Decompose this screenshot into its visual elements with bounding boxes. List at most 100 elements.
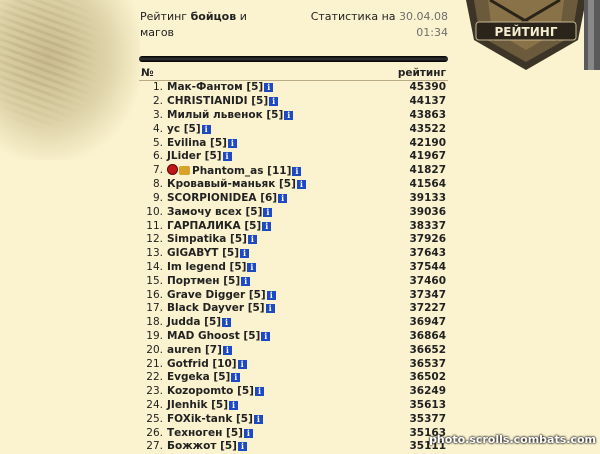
player-name[interactable]: Мак-Фантом bbox=[167, 81, 243, 93]
info-icon[interactable]: i bbox=[229, 400, 239, 410]
player-name[interactable]: yc bbox=[167, 123, 180, 135]
rating-table: № рейтинг 1. Мак-Фантом [5] i 45390 2. CHRIST… bbox=[139, 66, 448, 454]
player-name[interactable]: Милый львенок bbox=[167, 109, 263, 121]
player-name[interactable]: auren bbox=[167, 344, 201, 356]
player-cell: JIenhik [5] i bbox=[165, 399, 372, 413]
rating-score: 44137 bbox=[409, 95, 446, 108]
player-level: [5] bbox=[223, 274, 241, 287]
info-icon[interactable]: i bbox=[264, 83, 274, 93]
info-icon[interactable]: i bbox=[240, 249, 250, 259]
rank-number: 23. bbox=[146, 385, 163, 398]
table-row: 3. Милый львенок [5] i 43863 bbox=[139, 109, 448, 123]
player-name[interactable]: SCORPIONIDEA bbox=[167, 192, 257, 204]
info-icon[interactable]: i bbox=[247, 235, 257, 245]
table-row: 16. Grave Digger [5] i 37347 bbox=[139, 288, 448, 302]
player-cell: MAD Ghoost [5] i bbox=[165, 330, 372, 344]
rank-number: 9. bbox=[152, 191, 163, 204]
rating-score: 35613 bbox=[409, 398, 446, 411]
player-name[interactable]: Кровавый-маньяк bbox=[167, 178, 275, 190]
player-name[interactable]: MAD Ghoost bbox=[167, 330, 240, 342]
table-header-row: № рейтинг bbox=[139, 66, 448, 81]
info-icon[interactable]: i bbox=[262, 221, 272, 231]
player-name[interactable]: Im legend bbox=[167, 261, 226, 273]
info-icon[interactable]: i bbox=[253, 414, 263, 424]
player-cell: Simpatika [5] i bbox=[165, 233, 372, 247]
player-name[interactable]: Портмен bbox=[167, 275, 220, 287]
table-row: 11. ГАРПАЛИКА [5] i 38337 bbox=[139, 219, 448, 233]
player-name[interactable]: Grave Digger bbox=[167, 289, 245, 301]
header-divider-bar bbox=[139, 56, 448, 62]
player-level: [5] bbox=[204, 150, 222, 163]
info-icon[interactable]: i bbox=[296, 180, 306, 190]
info-icon[interactable]: i bbox=[231, 373, 241, 383]
player-name[interactable]: Phantom_as bbox=[192, 165, 264, 177]
table-row: 27. Божжот [5] i 35111 bbox=[139, 440, 448, 454]
table-row: 21. Gotfrid [10] i 36537 bbox=[139, 357, 448, 371]
info-icon[interactable]: i bbox=[241, 276, 251, 286]
player-name[interactable]: Judda bbox=[167, 316, 201, 328]
player-cell: Gotfrid [10] i bbox=[165, 357, 372, 371]
player-name[interactable]: Замочу всех bbox=[167, 206, 242, 218]
table-row: 1. Мак-Фантом [5] i 45390 bbox=[139, 81, 448, 95]
player-level: [5] bbox=[266, 108, 284, 121]
table-row: 15. Портмен [5] i 37460 bbox=[139, 274, 448, 288]
player-name[interactable]: Kozopomto bbox=[167, 385, 233, 397]
table-row: 25. FOXik-tank [5] i 35377 bbox=[139, 412, 448, 426]
info-icon[interactable]: i bbox=[292, 166, 302, 176]
info-icon[interactable]: i bbox=[265, 304, 275, 314]
player-name[interactable]: JLider bbox=[167, 150, 201, 162]
clan-badge-icon[interactable] bbox=[167, 163, 178, 175]
info-icon[interactable]: i bbox=[222, 345, 232, 355]
table-row: 13. GIGABYT [5] i 37643 bbox=[139, 247, 448, 261]
player-name[interactable]: GIGABYT bbox=[167, 247, 218, 259]
player-name[interactable]: Божжот bbox=[167, 440, 216, 452]
info-icon[interactable]: i bbox=[201, 124, 211, 134]
rating-score: 38337 bbox=[409, 219, 446, 232]
info-icon[interactable]: i bbox=[222, 318, 232, 328]
info-icon[interactable]: i bbox=[254, 387, 264, 397]
column-header-rating: рейтинг bbox=[372, 66, 448, 81]
rating-score: 35377 bbox=[409, 412, 446, 425]
rating-score: 36502 bbox=[409, 371, 446, 384]
player-level: [5] bbox=[183, 122, 201, 135]
info-icon[interactable]: i bbox=[227, 138, 237, 148]
page-title: Рейтинг бойцов и магов bbox=[140, 9, 275, 41]
info-icon[interactable]: i bbox=[263, 207, 273, 217]
player-name[interactable]: Black Dayver bbox=[167, 302, 244, 314]
rating-score: 45390 bbox=[409, 81, 446, 94]
player-name[interactable]: Gotfrid bbox=[167, 358, 209, 370]
player-name[interactable]: Simpatika bbox=[167, 233, 226, 245]
rating-score: 41967 bbox=[409, 150, 446, 163]
player-name[interactable]: ГАРПАЛИКА bbox=[167, 220, 241, 232]
player-cell: ГАРПАЛИКА [5] i bbox=[165, 219, 372, 233]
info-icon[interactable]: i bbox=[243, 428, 253, 438]
alignment-icon bbox=[179, 165, 190, 175]
info-icon[interactable]: i bbox=[237, 442, 247, 452]
player-name[interactable]: FOXik-tank bbox=[167, 413, 232, 425]
player-name[interactable]: CHRISTIANIDI bbox=[167, 95, 248, 107]
player-level: [5] bbox=[211, 398, 229, 411]
info-icon[interactable]: i bbox=[222, 152, 232, 162]
rank-number: 5. bbox=[152, 136, 163, 149]
player-name[interactable]: Техноген bbox=[167, 427, 222, 439]
info-icon[interactable]: i bbox=[261, 331, 271, 341]
table-row: 22. Evgeka [5] i 36502 bbox=[139, 371, 448, 385]
rating-score: 37544 bbox=[409, 260, 446, 273]
player-name[interactable]: JIenhik bbox=[167, 399, 207, 411]
rating-score: 37643 bbox=[409, 247, 446, 260]
column-header-name bbox=[165, 66, 373, 81]
player-level: [5] bbox=[220, 440, 237, 453]
info-icon[interactable]: i bbox=[278, 193, 288, 203]
info-icon[interactable]: i bbox=[247, 262, 257, 272]
player-name[interactable]: Evilina bbox=[167, 137, 206, 149]
info-icon[interactable]: i bbox=[269, 97, 279, 107]
rating-score: 37926 bbox=[409, 233, 446, 246]
info-icon[interactable]: i bbox=[237, 359, 247, 369]
player-level: [5] bbox=[229, 260, 247, 273]
info-icon[interactable]: i bbox=[284, 110, 294, 120]
stats-date: 30.04.08 bbox=[399, 10, 448, 23]
player-name[interactable]: Evgeka bbox=[167, 371, 210, 383]
rank-number: 6. bbox=[152, 150, 163, 163]
info-icon[interactable]: i bbox=[266, 290, 276, 300]
rating-emblem-icon: РЕЙТИНГ bbox=[460, 0, 600, 70]
